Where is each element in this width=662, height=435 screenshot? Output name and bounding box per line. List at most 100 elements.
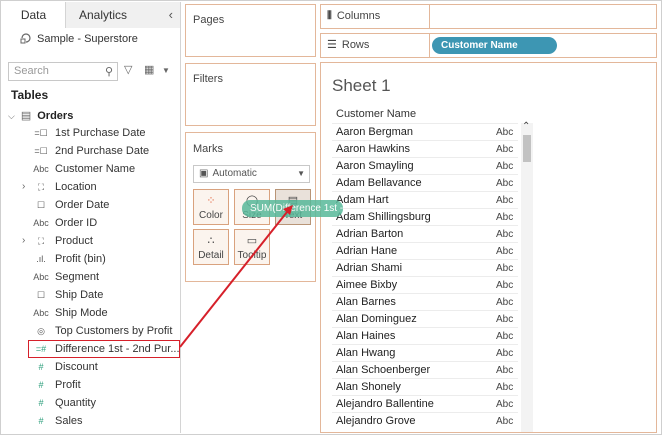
row-cell-value: Abc <box>496 365 514 376</box>
rows-pill-customer-name[interactable]: Customer Name <box>432 37 557 54</box>
scroll-up-icon[interactable]: ⌃ <box>522 121 530 132</box>
table-row[interactable]: Aaron Hawkins Abc <box>332 140 518 157</box>
field-label: Top Customers by Profit <box>55 325 173 337</box>
pages-shelf[interactable]: Pages <box>185 4 316 57</box>
table-row[interactable]: Alan Shonely Abc <box>332 378 518 395</box>
row-customer-name: Alan Schoenberger <box>336 364 431 376</box>
field-label: Profit (bin) <box>55 253 106 265</box>
field-item[interactable]: Abc Order ID <box>2 214 180 232</box>
field-item[interactable]: .ıl. Profit (bin) <box>2 250 180 268</box>
field-item[interactable]: =# Difference 1st - 2nd Pur... <box>28 340 180 358</box>
row-cell-value: Abc <box>496 178 514 189</box>
row-customer-name: Adrian Barton <box>336 228 404 240</box>
table-row[interactable]: Aimee Bixby Abc <box>332 276 518 293</box>
chevron-down-icon: ▼ <box>297 169 305 178</box>
field-label: 2nd Purchase Date <box>55 145 150 157</box>
filters-shelf[interactable]: Filters <box>185 63 316 126</box>
table-row[interactable]: Alan Schoenberger Abc <box>332 361 518 378</box>
table-row[interactable]: Adam Hart Abc <box>332 191 518 208</box>
field-item[interactable]: =☐ 2nd Purchase Date <box>2 142 180 160</box>
calendar-calc-icon: =☐ <box>34 128 48 138</box>
table-row[interactable]: Alan Hwang Abc <box>332 344 518 361</box>
row-customer-name: Adam Shillingsburg <box>336 211 431 223</box>
view-options-icon[interactable]: ▦ <box>144 63 154 76</box>
field-label: Difference 1st - 2nd Pur... <box>55 343 180 355</box>
view-options-dropdown-icon[interactable]: ▼ <box>162 66 170 75</box>
field-label: Ship Date <box>55 289 104 301</box>
chevron-right-icon[interactable]: › <box>22 178 25 196</box>
field-item[interactable]: =☐ 1st Purchase Date <box>2 124 180 142</box>
row-customer-name: Alan Barnes <box>336 296 396 308</box>
vertical-scrollbar[interactable]: ⌃ <box>521 121 533 432</box>
field-label: Sales <box>55 415 83 427</box>
collapse-pane-icon[interactable]: ‹ <box>169 2 173 28</box>
field-item[interactable]: ☐ Order Date <box>2 196 180 214</box>
table-row[interactable]: Adrian Hane Abc <box>332 242 518 259</box>
column-header-customer-name[interactable]: Customer Name <box>336 108 416 120</box>
row-cell-value: Abc <box>496 263 514 274</box>
field-item[interactable]: # Sales <box>2 412 180 430</box>
field-item[interactable]: › ⛶ Product <box>2 232 180 250</box>
search-icon: ⚲ <box>104 66 113 78</box>
field-item[interactable]: ☐ Ship Date <box>2 286 180 304</box>
mark-button-detail[interactable]: ∴ Detail <box>193 229 229 265</box>
field-label: Order ID <box>55 217 98 229</box>
table-row[interactable]: Alan Barnes Abc <box>332 293 518 310</box>
row-cell-value: Abc <box>496 399 514 410</box>
field-label: Customer Name <box>55 163 136 175</box>
table-row[interactable]: Aaron Smayling Abc <box>332 157 518 174</box>
detail-icon: ∴ <box>207 235 215 247</box>
chevron-down-icon[interactable]: ⌵ <box>8 111 15 121</box>
mark-button-color[interactable]: ⁘ Color <box>193 189 229 225</box>
sheet-title[interactable]: Sheet 1 <box>332 76 391 96</box>
field-item[interactable]: Abc Ship Mode <box>2 304 180 322</box>
field-item[interactable]: # Discount <box>2 358 180 376</box>
row-customer-name: Adrian Hane <box>336 245 398 257</box>
tab-data[interactable]: Data <box>2 2 66 28</box>
row-customer-name: Adam Hart <box>336 194 389 206</box>
calendar-icon: ☐ <box>36 200 46 210</box>
scrollbar-thumb[interactable] <box>523 135 531 162</box>
row-customer-name: Adrian Shami <box>336 262 403 274</box>
row-customer-name: Alan Shonely <box>336 381 401 393</box>
hierarchy-icon: ⛶ <box>37 236 45 246</box>
row-cell-value: Abc <box>496 246 514 257</box>
datasource-item[interactable]: Sample - Superstore <box>20 32 138 45</box>
marks-title: Marks <box>193 143 223 155</box>
table-row[interactable]: Alejandro Grove Abc <box>332 412 518 429</box>
table-row[interactable]: Adrian Shami Abc <box>332 259 518 276</box>
table-row[interactable]: Alan Haines Abc <box>332 327 518 344</box>
field-item[interactable]: ◎ Top Customers by Profit <box>2 322 180 340</box>
table-row[interactable]: Adam Bellavance Abc <box>332 174 518 191</box>
pane-tabs: Data Analytics ‹ <box>2 2 180 28</box>
mark-type-dropdown[interactable]: ▣ Automatic ▼ <box>193 165 310 183</box>
table-row[interactable]: Adam Shillingsburg Abc <box>332 208 518 225</box>
table-orders[interactable]: ⌵ ▤ Orders <box>8 109 73 122</box>
row-cell-value: Abc <box>496 314 514 325</box>
field-item[interactable]: › ⛶ Location <box>2 178 180 196</box>
row-customer-name: Adam Bellavance <box>336 177 422 189</box>
table-icon: ▤ <box>20 110 32 122</box>
color-dots-icon: ⁘ <box>206 195 216 207</box>
rows-shelf[interactable]: ☰ Rows Customer Name <box>320 33 657 58</box>
chevron-right-icon[interactable]: › <box>22 232 25 250</box>
table-row[interactable]: Alejandro Ballentine Abc <box>332 395 518 412</box>
columns-shelf[interactable]: ⦀ Columns <box>320 4 657 29</box>
table-row[interactable]: Alan Dominguez Abc <box>332 310 518 327</box>
field-label: Ship Mode <box>55 307 108 319</box>
field-item[interactable]: # Quantity <box>2 394 180 412</box>
worksheet-view: Sheet 1 Customer Name Aaron Bergman Abc Aa… <box>320 62 657 433</box>
mark-button-tooltip[interactable]: ▭ Tooltip <box>234 229 270 265</box>
tables-heading: Tables <box>11 88 49 102</box>
tab-analytics[interactable]: Analytics ‹ <box>66 2 180 28</box>
mark-button-label: Color <box>199 210 223 221</box>
field-item[interactable]: Abc Segment <box>2 268 180 286</box>
row-customer-name: Alan Dominguez <box>336 313 417 325</box>
table-row[interactable]: Adrian Barton Abc <box>332 225 518 242</box>
field-item[interactable]: # Profit <box>2 376 180 394</box>
filter-icon[interactable]: ▽ <box>124 63 132 76</box>
field-item[interactable]: Abc Customer Name <box>2 160 180 178</box>
field-label: Location <box>55 181 97 193</box>
table-row[interactable]: Aaron Bergman Abc <box>332 123 518 140</box>
search-input[interactable]: Search ⚲ <box>8 62 118 81</box>
